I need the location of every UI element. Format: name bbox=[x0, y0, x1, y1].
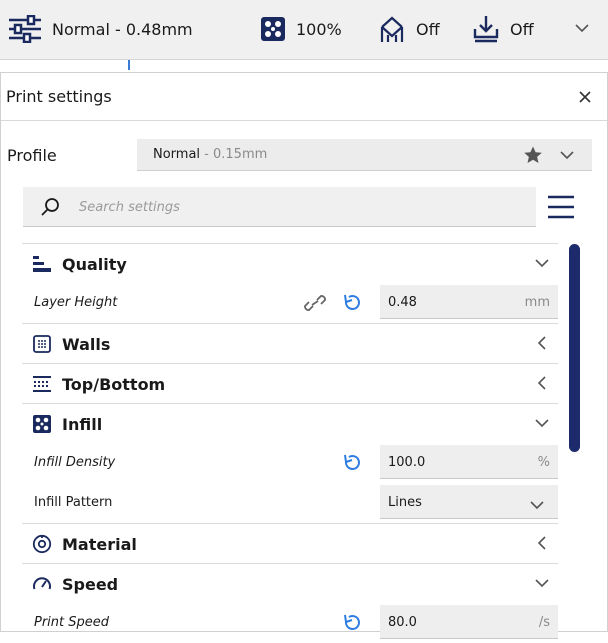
chevron-down-icon bbox=[534, 415, 550, 431]
adhesion-icon bbox=[472, 15, 500, 43]
setting-label: Print Speed bbox=[34, 615, 110, 630]
category-speed[interactable]: Speed bbox=[22, 563, 558, 603]
chevron-left-icon bbox=[534, 335, 550, 351]
setting-print-speed: Print Speed 80.0 /s bbox=[22, 603, 558, 643]
setting-infill-density: Infill Density 100.0 % bbox=[22, 443, 558, 483]
category-label: Infill bbox=[62, 415, 103, 434]
field-unit: /s bbox=[538, 615, 550, 630]
chevron-down-icon[interactable] bbox=[572, 18, 592, 38]
profile-summary-label: Normal - 0.48mm bbox=[52, 19, 193, 39]
star-icon[interactable] bbox=[523, 145, 543, 165]
category-label: Material bbox=[62, 535, 137, 554]
adhesion-summary-value: Off bbox=[510, 19, 534, 39]
category-label: Quality bbox=[62, 255, 127, 274]
search-bar bbox=[23, 187, 536, 227]
reset-icon[interactable] bbox=[342, 293, 362, 313]
category-infill[interactable]: Infill bbox=[22, 403, 558, 443]
speed-icon bbox=[32, 574, 52, 594]
chevron-down-icon bbox=[530, 495, 544, 510]
field-value: 100.0 bbox=[388, 455, 426, 470]
settings-menu-icon[interactable] bbox=[545, 193, 577, 221]
material-icon bbox=[32, 534, 52, 554]
field-value: 80.0 bbox=[388, 615, 417, 630]
chevron-down-icon bbox=[534, 575, 550, 591]
field-unit: % bbox=[537, 455, 550, 470]
settings-scrollbar[interactable] bbox=[569, 244, 580, 452]
link-icon[interactable] bbox=[304, 293, 326, 313]
profile-layer-height: - 0.15mm bbox=[200, 147, 268, 162]
category-walls[interactable]: Walls bbox=[22, 323, 558, 363]
field-value: 0.48 bbox=[388, 295, 417, 310]
support-summary[interactable]: Off bbox=[378, 0, 440, 58]
search-input[interactable] bbox=[79, 195, 509, 219]
infill-summary[interactable]: 100% bbox=[260, 0, 342, 58]
category-label: Top/Bottom bbox=[62, 375, 166, 394]
category-quality[interactable]: Quality bbox=[22, 243, 558, 283]
adhesion-summary[interactable]: Off bbox=[472, 0, 534, 58]
profile-summary[interactable]: Normal - 0.48mm bbox=[8, 0, 193, 58]
sliders-icon bbox=[8, 15, 42, 43]
walls-icon bbox=[32, 334, 52, 354]
chevron-left-icon bbox=[534, 535, 550, 551]
chevron-down-icon bbox=[534, 255, 550, 271]
setting-label: Layer Height bbox=[34, 295, 118, 310]
profile-label: Profile bbox=[7, 146, 57, 165]
setting-layer-height: Layer Height 0.48 mm bbox=[22, 283, 558, 323]
category-material[interactable]: Material bbox=[22, 523, 558, 563]
panel-header: Print settings bbox=[1, 73, 607, 121]
panel-title: Print settings bbox=[6, 87, 112, 106]
print-speed-field[interactable]: 80.0 /s bbox=[380, 605, 558, 639]
print-setup-bar[interactable]: Normal - 0.48mm 100% Off Off bbox=[0, 0, 608, 70]
chevron-left-icon bbox=[534, 375, 550, 391]
setting-infill-pattern: Infill Pattern Lines bbox=[22, 483, 558, 523]
profile-name: Normal bbox=[153, 147, 201, 162]
profile-name-text: Normal - 0.15mm bbox=[153, 147, 267, 162]
category-topbottom[interactable]: Top/Bottom bbox=[22, 363, 558, 403]
quality-icon bbox=[32, 254, 52, 274]
setting-label: Infill Pattern bbox=[34, 495, 113, 510]
field-unit: mm bbox=[524, 295, 550, 310]
support-icon bbox=[378, 15, 406, 43]
profile-select[interactable]: Normal - 0.15mm bbox=[137, 139, 592, 171]
category-label: Speed bbox=[62, 575, 119, 594]
infill-summary-value: 100% bbox=[296, 19, 342, 39]
infill-icon bbox=[260, 16, 286, 42]
setting-label: Infill Density bbox=[34, 455, 116, 470]
infill-icon bbox=[32, 414, 52, 434]
chevron-down-icon[interactable] bbox=[557, 145, 577, 165]
reset-icon[interactable] bbox=[342, 453, 362, 473]
infill-density-field[interactable]: 100.0 % bbox=[380, 445, 558, 479]
support-summary-value: Off bbox=[416, 19, 440, 39]
search-icon bbox=[39, 196, 61, 218]
layer-height-field[interactable]: 0.48 mm bbox=[380, 285, 558, 319]
category-label: Walls bbox=[62, 335, 111, 354]
stage-indicator bbox=[128, 60, 130, 70]
field-value: Lines bbox=[388, 495, 422, 510]
close-icon[interactable] bbox=[575, 87, 595, 107]
infill-pattern-select[interactable]: Lines bbox=[380, 485, 558, 519]
topbottom-icon bbox=[32, 374, 52, 394]
reset-icon[interactable] bbox=[342, 613, 362, 633]
